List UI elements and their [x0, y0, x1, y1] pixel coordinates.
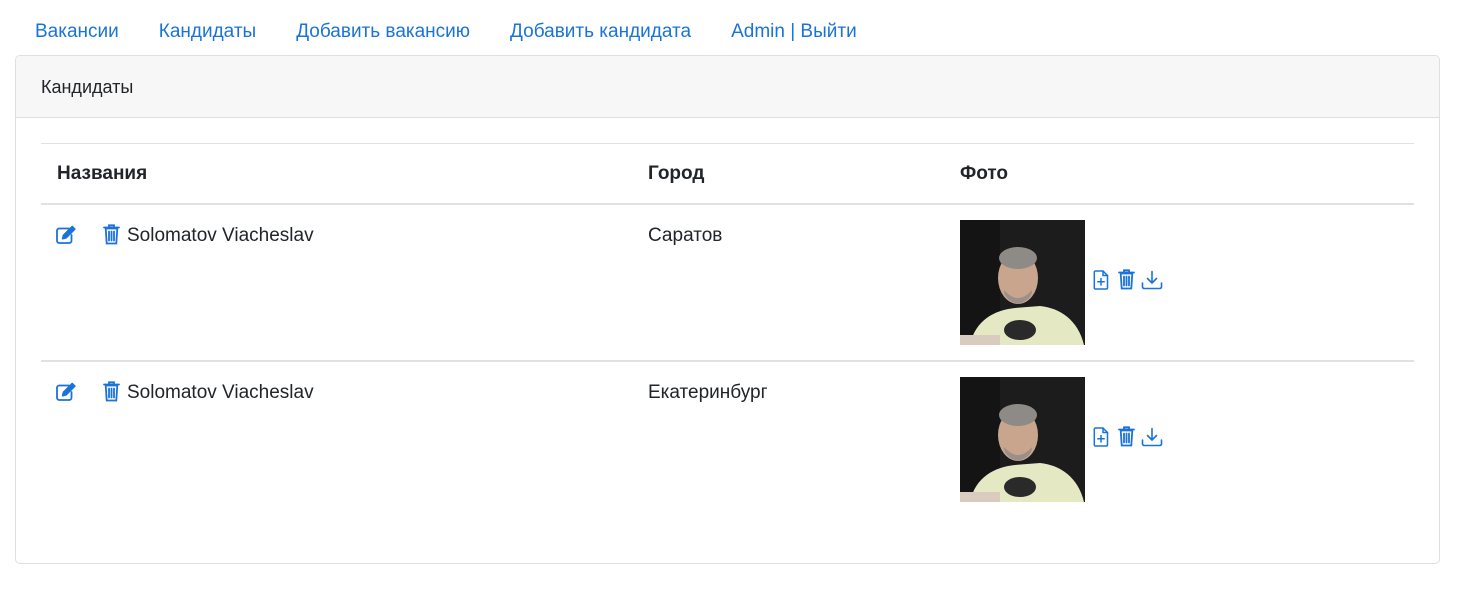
nav-link-vacancies[interactable]: Вакансии	[15, 12, 139, 52]
column-header-city: Город	[648, 163, 705, 184]
candidate-city: Саратов	[648, 225, 723, 246]
column-header-photo: Фото	[960, 163, 1009, 184]
candidate-photo	[960, 220, 1085, 345]
column-header-name: Названия	[57, 163, 148, 184]
table-row: Solomatov Viacheslav Саратов	[41, 205, 1414, 362]
trash-icon[interactable]	[1118, 426, 1135, 447]
candidates-card: Кандидаты Названия Город Фото Solomatov …	[15, 55, 1440, 564]
nav-link-add-candidate[interactable]: Добавить кандидата	[490, 12, 711, 52]
trash-icon[interactable]	[103, 224, 120, 245]
edit-icon[interactable]	[55, 382, 77, 402]
download-icon[interactable]	[1141, 427, 1163, 447]
trash-icon[interactable]	[103, 381, 120, 402]
nav-link-admin-logout[interactable]: Admin | Выйти	[711, 12, 877, 52]
file-plus-icon[interactable]	[1093, 270, 1109, 290]
candidate-photo	[960, 377, 1085, 502]
trash-icon[interactable]	[1118, 269, 1135, 290]
candidates-table: Названия Город Фото Solomatov Viacheslav…	[41, 143, 1414, 519]
file-plus-icon[interactable]	[1093, 427, 1109, 447]
nav-link-add-vacancy[interactable]: Добавить вакансию	[276, 12, 490, 52]
edit-icon[interactable]	[55, 225, 77, 245]
table-header: Названия Город Фото	[41, 143, 1414, 205]
top-navigation: Вакансии Кандидаты Добавить вакансию Доб…	[15, 12, 877, 52]
candidate-city: Екатеринбург	[648, 382, 768, 403]
download-icon[interactable]	[1141, 270, 1163, 290]
candidate-name: Solomatov Viacheslav	[127, 225, 314, 246]
nav-link-candidates[interactable]: Кандидаты	[139, 12, 276, 52]
candidate-name: Solomatov Viacheslav	[127, 382, 314, 403]
card-title: Кандидаты	[16, 56, 1439, 118]
table-row: Solomatov Viacheslav Екатеринбург	[41, 362, 1414, 519]
